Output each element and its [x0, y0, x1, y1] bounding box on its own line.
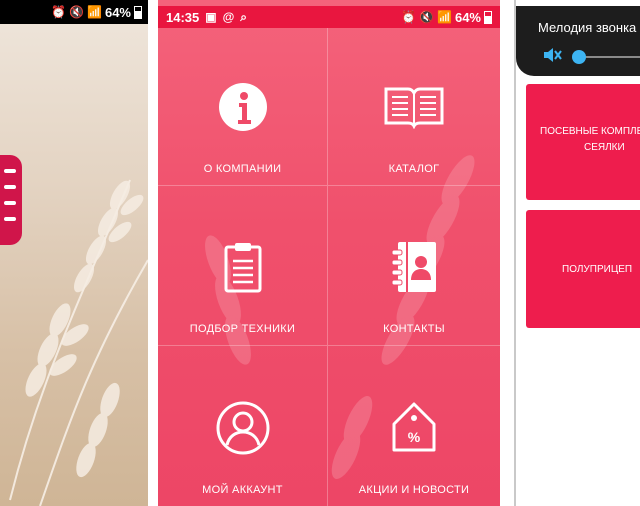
battery-level: 64%	[104, 4, 131, 20]
alarm-icon: ⏰	[401, 10, 417, 24]
wifi-icon: 📶	[87, 5, 102, 19]
menu-item-catalog[interactable]: КАТАЛОГ	[328, 28, 500, 186]
mute-icon: 🔇	[419, 10, 435, 24]
menu-grid: О КОМПАНИИ КАТАЛОГ ПОДБОР ТЕХНИКИ КОНТАК…	[158, 28, 500, 506]
volume-panel-title: Мелодия звонка	[538, 20, 637, 35]
wifi-icon: 📶	[437, 10, 452, 24]
mute-icon[interactable]	[542, 46, 562, 69]
mute-icon: 🔇	[69, 5, 85, 19]
battery-icon	[484, 10, 492, 24]
svg-text:%: %	[408, 429, 421, 445]
at-sign-icon: @	[222, 10, 235, 24]
menu-item-label: КАТАЛОГ	[388, 163, 440, 175]
battery-level: 64%	[454, 9, 481, 25]
price-tag-percent-icon: %	[384, 398, 444, 458]
wheat-background-image	[9, 179, 148, 506]
status-bar: 14:35 ▣ @ ⌕ ⏰ 🔇 📶 64%	[158, 6, 500, 28]
menu-item-label: АКЦИИ И НОВОСТИ	[358, 484, 470, 496]
info-icon	[213, 77, 273, 137]
contacts-book-icon	[384, 237, 444, 297]
clipboard-icon	[213, 237, 273, 297]
status-time: 14:35	[166, 9, 200, 25]
image-icon: ▣	[205, 10, 217, 24]
user-avatar-icon	[213, 398, 273, 458]
left-splash-screen: ⏰ 🔇 📶 64%	[0, 0, 148, 506]
main-menu-screen: 14:35 ▣ @ ⌕ ⏰ 🔇 📶 64% О КОМПАНИИ КАТАЛОГ…	[158, 0, 500, 506]
menu-item-promotions-news[interactable]: % АКЦИИ И НОВОСТИ	[328, 346, 500, 506]
menu-item-my-account[interactable]: МОЙ АККАУНТ	[158, 346, 328, 506]
alarm-icon: ⏰	[51, 5, 67, 19]
category-card-label: ПОСЕВНЫЕ КОМПЛЕ	[540, 126, 640, 137]
book-icon	[384, 77, 444, 137]
menu-item-label: МОЙ АККАУНТ	[202, 484, 283, 496]
category-card-semi-trailers[interactable]: ПОЛУПРИЦЕП	[526, 210, 640, 328]
status-bar: ⏰ 🔇 📶 64%	[0, 0, 148, 24]
app-logo	[0, 155, 22, 245]
menu-item-label: ПОДБОР ТЕХНИКИ	[189, 323, 296, 335]
catalog-screen: Мелодия звонка ПОСЕВНЫЕ КОМПЛЕ СЕЯЛКИ ПО…	[514, 0, 640, 506]
category-card-seeding[interactable]: ПОСЕВНЫЕ КОМПЛЕ СЕЯЛКИ	[526, 84, 640, 200]
category-card-label: ПОЛУПРИЦЕП	[562, 264, 633, 275]
search-icon: ⌕	[240, 9, 248, 24]
menu-item-equipment-selection[interactable]: ПОДБОР ТЕХНИКИ	[158, 186, 328, 346]
menu-item-about[interactable]: О КОМПАНИИ	[158, 28, 328, 186]
category-card-label: СЕЯЛКИ	[584, 142, 625, 153]
volume-slider-track[interactable]	[582, 56, 640, 58]
menu-item-contacts[interactable]: КОНТАКТЫ	[328, 186, 500, 346]
menu-item-label: О КОМПАНИИ	[203, 163, 282, 175]
menu-item-label: КОНТАКТЫ	[383, 323, 445, 335]
battery-icon	[134, 5, 142, 19]
volume-panel: Мелодия звонка	[516, 6, 640, 76]
volume-slider-thumb[interactable]	[572, 50, 586, 64]
